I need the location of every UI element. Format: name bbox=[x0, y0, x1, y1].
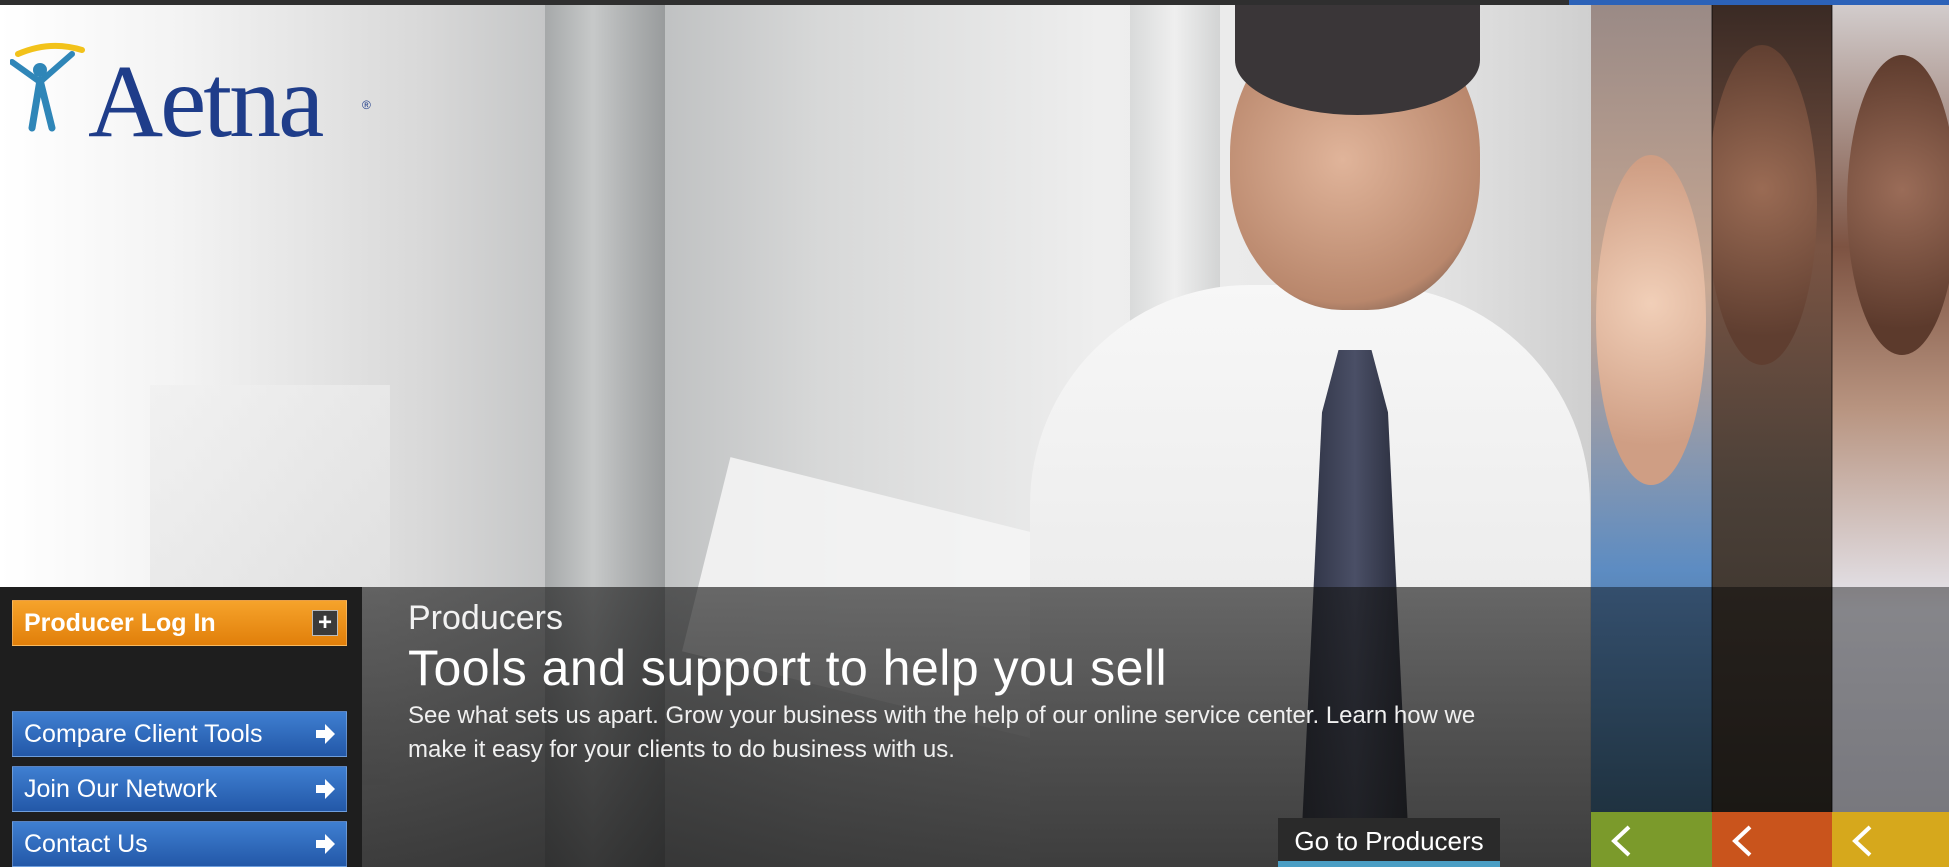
feature-panel: Producers Tools and support to help you … bbox=[362, 587, 1591, 867]
hero-person-hair bbox=[1235, 5, 1480, 115]
nav-link-label: Join Our Network bbox=[24, 775, 218, 803]
producer-login-label: Producer Log In bbox=[24, 609, 216, 637]
left-nav: Producer Log In + Compare Client Tools J… bbox=[0, 587, 362, 867]
side-panel-2-expand-button[interactable] bbox=[1712, 812, 1832, 867]
arrow-right-icon bbox=[316, 779, 335, 799]
side-panel-image bbox=[1832, 5, 1949, 812]
producer-login-button[interactable]: Producer Log In + bbox=[12, 600, 347, 646]
compare-client-tools-link[interactable]: Compare Client Tools bbox=[12, 711, 347, 757]
panel-divider bbox=[1711, 5, 1713, 867]
feature-kicker: Producers bbox=[408, 599, 563, 637]
arrow-right-icon bbox=[316, 724, 335, 744]
feature-headline: Tools and support to help you sell bbox=[408, 640, 1168, 696]
logo-wordmark: Aetna bbox=[88, 44, 324, 159]
join-our-network-link[interactable]: Join Our Network bbox=[12, 766, 347, 812]
logo-registered-mark: ® bbox=[362, 98, 371, 112]
nav-link-label: Contact Us bbox=[24, 830, 148, 858]
chevron-left-icon bbox=[1611, 825, 1631, 857]
side-panel-image bbox=[1591, 5, 1712, 812]
side-panel-1-expand-button[interactable] bbox=[1591, 812, 1712, 867]
contact-us-link[interactable]: Contact Us bbox=[12, 821, 347, 867]
side-panel-image bbox=[1712, 5, 1832, 812]
feature-description: See what sets us apart. Grow your busine… bbox=[408, 702, 1476, 763]
aetna-logo[interactable]: Aetna ® bbox=[10, 40, 380, 160]
chevron-left-icon bbox=[1852, 825, 1872, 857]
nav-link-label: Compare Client Tools bbox=[24, 720, 263, 748]
arrow-right-icon bbox=[316, 834, 335, 854]
plus-icon: + bbox=[312, 610, 338, 636]
chevron-left-icon bbox=[1732, 825, 1752, 857]
go-to-producers-button[interactable]: Go to Producers bbox=[1278, 818, 1500, 867]
panel-divider bbox=[1831, 5, 1833, 867]
side-panel-3-expand-button[interactable] bbox=[1832, 812, 1949, 867]
logo-figure-icon bbox=[10, 42, 85, 132]
